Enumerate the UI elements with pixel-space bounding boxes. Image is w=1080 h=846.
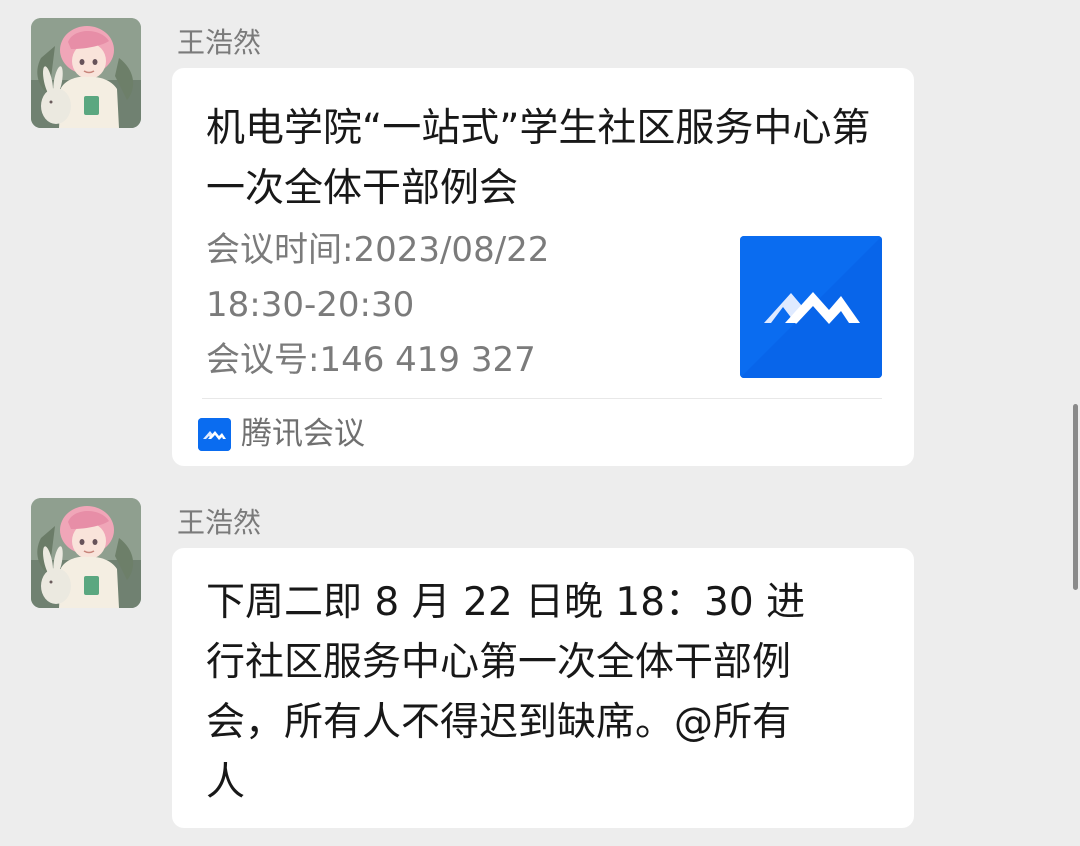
text-bubble[interactable]: 下周二即 8 月 22 日晚 18：30 进 行社区服务中心第一次全体干部例 会…	[172, 548, 914, 828]
message-text: 下周二即 8 月 22 日晚 18：30 进 行社区服务中心第一次全体干部例 会…	[206, 580, 806, 805]
sender-name: 王浩然	[177, 506, 262, 539]
avatar[interactable]	[31, 498, 141, 608]
avatar[interactable]	[31, 18, 141, 128]
card-source[interactable]: 腾讯会议	[198, 412, 365, 456]
meeting-title: 机电学院“一站式”学生社区服务中心第一次全体干部例会	[206, 106, 871, 211]
tencent-meeting-logo-icon	[198, 417, 231, 451]
meeting-time: 会议时间:2023/08/22	[206, 230, 550, 270]
meeting-card[interactable]: 机电学院“一站式”学生社区服务中心第一次全体干部例会 会议时间:2023/08/…	[172, 68, 914, 466]
tencent-meeting-logo-icon	[740, 236, 882, 378]
scrollbar[interactable]	[1073, 404, 1078, 590]
chat-message-text: 王浩然 下周二即 8 月 22 日晚 18：30 进 行社区服务中心第一次全体干…	[0, 480, 1080, 846]
chat-message-meeting-card: 王浩然 机电学院“一站式”学生社区服务中心第一次全体干部例会 会议时间:2023…	[0, 0, 1080, 480]
meeting-details: 会议时间:2023/08/22 18:30-20:30 会议号:146 419 …	[206, 223, 726, 388]
source-label: 腾讯会议	[241, 416, 365, 452]
meeting-number: 会议号:146 419 327	[206, 340, 536, 380]
card-divider	[202, 398, 882, 399]
sender-name: 王浩然	[177, 26, 262, 59]
meeting-time-range: 18:30-20:30	[206, 285, 415, 325]
